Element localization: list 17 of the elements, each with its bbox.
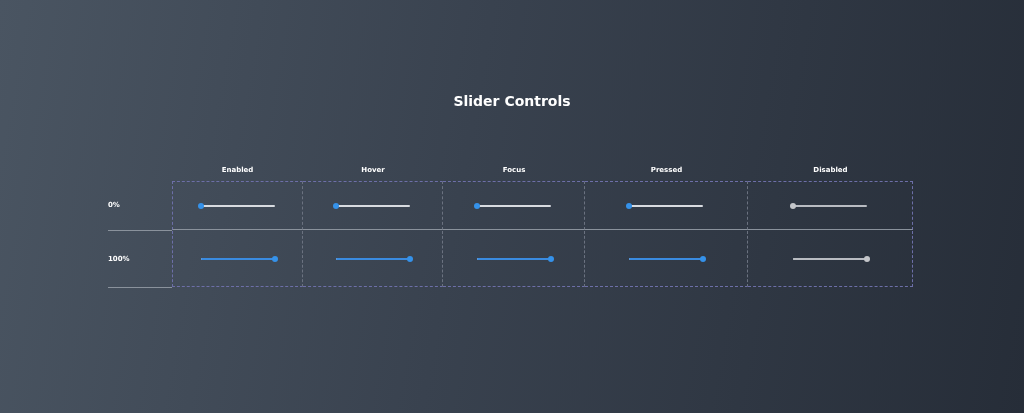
slider[interactable]: [629, 257, 703, 260]
slider-thumb[interactable]: [473, 202, 480, 209]
slider[interactable]: [335, 257, 410, 260]
slider-thumb[interactable]: [271, 255, 278, 262]
slider[interactable]: [335, 204, 410, 207]
slider[interactable]: [200, 204, 275, 207]
slider-thumb[interactable]: [700, 255, 706, 262]
slider[interactable]: [200, 257, 275, 260]
page-title: Slider Controls: [452, 93, 572, 109]
slider-thumb[interactable]: [406, 255, 413, 262]
slider-thumb[interactable]: [547, 255, 554, 262]
slider-thumb[interactable]: [626, 202, 632, 209]
slider-thumb[interactable]: [197, 202, 204, 209]
slider-thumb[interactable]: [332, 202, 339, 209]
slider[interactable]: [629, 204, 703, 207]
slider[interactable]: [476, 204, 551, 207]
slider[interactable]: [476, 257, 551, 260]
